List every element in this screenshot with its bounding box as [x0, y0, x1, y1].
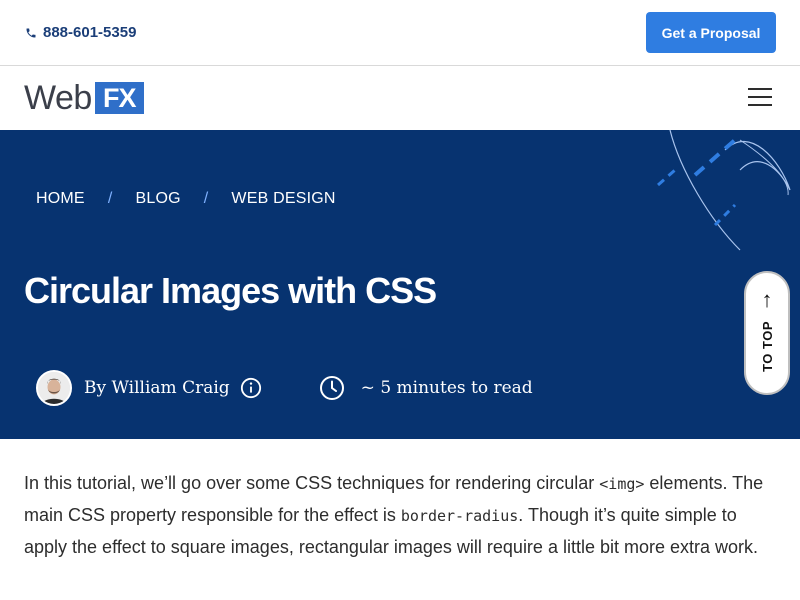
get-proposal-button[interactable]: Get a Proposal	[646, 12, 776, 53]
clock-icon	[319, 376, 344, 400]
author-name[interactable]: By William Craig	[84, 378, 230, 398]
inline-code-img: <img>	[599, 475, 645, 493]
article-meta: By William Craig ~ 5 minutes to read	[36, 370, 533, 406]
decorative-swirl	[657, 130, 791, 251]
breadcrumb-home[interactable]: HOME	[36, 190, 85, 208]
to-top-button[interactable]: ↑ TO TOP	[744, 271, 790, 395]
page-title: Circular Images with CSS	[24, 270, 437, 311]
logo-web-text: Web	[24, 79, 92, 117]
hamburger-icon[interactable]	[748, 88, 772, 108]
top-bar: 888-601-5359 Get a Proposal	[0, 0, 800, 66]
to-top-label: TO TOP	[759, 321, 775, 372]
read-time: ~ 5 minutes to read	[360, 378, 533, 398]
article-text: In this tutorial, we’ll go over some CSS…	[24, 473, 600, 493]
phone-link[interactable]: 888-601-5359	[25, 24, 136, 41]
arrow-up-icon: ↑	[761, 287, 773, 312]
webfx-logo[interactable]: Web FX	[24, 80, 144, 116]
logo-fx-mark: FX	[94, 82, 144, 114]
hero-banner: HOME / BLOG / WEB DESIGN Circular Images…	[0, 130, 800, 439]
phone-number: 888-601-5359	[43, 24, 137, 41]
breadcrumb-blog[interactable]: BLOG	[135, 190, 180, 208]
breadcrumb-web-design[interactable]: WEB DESIGN	[231, 190, 335, 208]
inline-code-border-radius: border-radius	[400, 507, 519, 525]
article-intro: In this tutorial, we’ll go over some CSS…	[24, 468, 776, 563]
phone-icon	[26, 28, 36, 37]
author-portrait	[38, 372, 70, 404]
breadcrumb-separator: /	[107, 190, 113, 207]
main-nav: Web FX	[0, 66, 800, 130]
info-icon[interactable]	[240, 377, 262, 399]
breadcrumb: HOME / BLOG / WEB DESIGN	[36, 190, 336, 208]
author-avatar[interactable]	[36, 370, 72, 406]
breadcrumb-separator: /	[203, 190, 209, 207]
